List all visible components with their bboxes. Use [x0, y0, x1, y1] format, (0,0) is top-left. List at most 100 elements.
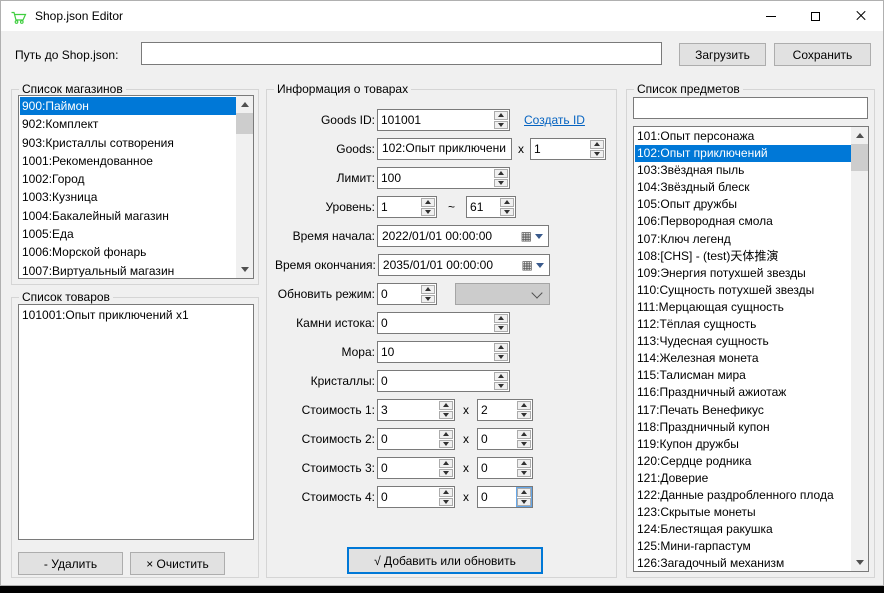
refresh-mode-spinner[interactable]: 0 [377, 283, 437, 305]
cost4-count-spinner[interactable]: 0 [477, 486, 533, 508]
list-item[interactable]: 126:Загадочный механизм [635, 555, 851, 570]
list-item[interactable]: 902:Комплект [20, 115, 236, 133]
goods-input[interactable]: 102:Опыт приключени [377, 138, 512, 160]
list-item[interactable]: 101:Опыт персонажа [635, 128, 851, 145]
scroll-up-icon[interactable] [236, 96, 253, 113]
spin-up-icon[interactable] [590, 140, 604, 149]
spin-down-icon[interactable] [439, 411, 453, 420]
cost3-id-spinner[interactable]: 0 [377, 457, 455, 479]
list-item[interactable]: 1005:Еда [20, 225, 236, 243]
spin-up-icon[interactable] [494, 314, 508, 323]
spin-down-icon[interactable] [517, 411, 531, 420]
list-item[interactable]: 1004:Бакалейный магазин [20, 207, 236, 225]
goods-count-spinner[interactable]: 1 [530, 138, 606, 160]
list-item[interactable]: 125:Мини-гарпастум [635, 538, 851, 555]
list-item[interactable]: 1003:Кузница [20, 188, 236, 206]
scroll-up-icon[interactable] [851, 127, 868, 144]
spin-down-icon[interactable] [439, 469, 453, 478]
list-item[interactable]: 115:Талисман мира [635, 367, 851, 384]
items-search-input[interactable] [633, 97, 868, 119]
load-button[interactable]: Загрузить [679, 43, 766, 66]
clear-button[interactable]: × Очистить [130, 552, 225, 575]
spin-up-icon[interactable] [517, 459, 531, 468]
spin-up-icon[interactable] [494, 111, 508, 120]
spin-up-icon[interactable] [494, 169, 508, 178]
spin-down-icon[interactable] [494, 353, 508, 362]
spin-up-icon[interactable] [421, 285, 435, 294]
list-item[interactable]: 122:Данные раздробленного плода [635, 487, 851, 504]
items-scrollbar[interactable] [851, 127, 868, 571]
spin-down-icon[interactable] [590, 150, 604, 159]
spin-down-icon[interactable] [500, 208, 514, 217]
cost3-count-spinner[interactable]: 0 [477, 457, 533, 479]
list-item[interactable]: 120:Сердце родника [635, 453, 851, 470]
list-item[interactable]: 119:Купон дружбы [635, 436, 851, 453]
spin-down-icon[interactable] [421, 295, 435, 304]
list-item[interactable]: 123:Скрытые монеты [635, 504, 851, 521]
dropdown-arrow-icon[interactable] [535, 234, 543, 239]
primogem-spinner[interactable]: 0 [377, 312, 510, 334]
spin-up-icon[interactable] [517, 401, 531, 410]
end-time-picker[interactable]: 2035/01/01 00:00:00 ▦ [378, 254, 550, 276]
list-item[interactable]: 903:Кристаллы сотворения [20, 134, 236, 152]
list-item[interactable]: 121:Доверие [635, 470, 851, 487]
list-item[interactable]: 107:Ключ легенд [635, 231, 851, 248]
spin-up-icon[interactable] [439, 459, 453, 468]
spin-up-icon[interactable] [494, 372, 508, 381]
cost1-count-spinner[interactable]: 2 [477, 399, 533, 421]
cost4-id-spinner[interactable]: 0 [377, 486, 455, 508]
spin-down-icon[interactable] [517, 498, 531, 507]
spin-up-icon[interactable] [439, 401, 453, 410]
spin-down-icon[interactable] [494, 121, 508, 130]
spin-down-icon[interactable] [517, 469, 531, 478]
list-item[interactable]: 101001:Опыт приключений x1 [20, 306, 252, 324]
create-id-link[interactable]: Создать ID [524, 113, 585, 127]
close-button[interactable] [838, 1, 883, 31]
spin-up-icon[interactable] [500, 198, 514, 207]
list-item[interactable]: 110:Сущность потухшей звезды [635, 282, 851, 299]
maximize-button[interactable] [793, 1, 838, 31]
mora-spinner[interactable]: 10 [377, 341, 510, 363]
spin-down-icon[interactable] [439, 498, 453, 507]
list-item[interactable]: 103:Звёздная пыль [635, 162, 851, 179]
list-item[interactable]: 102:Опыт приключений [635, 145, 851, 162]
spin-up-icon[interactable] [439, 430, 453, 439]
list-item[interactable]: 111:Мерцающая сущность [635, 299, 851, 316]
scroll-down-icon[interactable] [236, 261, 253, 278]
list-item[interactable]: 108:[CHS] - (test)天体推演 [635, 248, 851, 265]
spin-up-icon[interactable] [421, 198, 435, 207]
scroll-down-icon[interactable] [851, 554, 868, 571]
list-item[interactable]: 1006:Морской фонарь [20, 243, 236, 261]
path-input[interactable] [141, 42, 662, 65]
list-item[interactable]: 900:Паймон [20, 97, 236, 115]
shops-scrollbar[interactable] [236, 96, 253, 278]
save-button[interactable]: Сохранить [774, 43, 871, 66]
cost2-id-spinner[interactable]: 0 [377, 428, 455, 450]
list-item[interactable]: 124:Блестящая ракушка [635, 521, 851, 538]
scroll-thumb[interactable] [851, 144, 868, 171]
list-item[interactable]: 114:Железная монета [635, 350, 851, 367]
list-item[interactable]: 105:Опыт дружбы [635, 196, 851, 213]
spin-up-icon[interactable] [439, 488, 453, 497]
add-or-update-button[interactable]: √ Добавить или обновить [347, 547, 543, 574]
spin-down-icon[interactable] [517, 440, 531, 449]
list-item[interactable]: 1007:Виртуальный магазин [20, 262, 236, 277]
goods-id-spinner[interactable]: 101001 [377, 109, 510, 131]
list-item[interactable]: 104:Звёздный блеск [635, 179, 851, 196]
list-item[interactable]: 106:Первородная смола [635, 213, 851, 230]
begin-time-picker[interactable]: 2022/01/01 00:00:00 ▦ [377, 225, 549, 247]
goods-list[interactable]: 101001:Опыт приключений x1 [18, 304, 254, 540]
crystal-spinner[interactable]: 0 [377, 370, 510, 392]
list-item[interactable]: 109:Энергия потухшей звезды [635, 265, 851, 282]
title-bar[interactable]: Shop.json Editor [1, 1, 883, 31]
spin-up-icon[interactable] [517, 488, 531, 497]
items-list[interactable]: 101:Опыт персонажа102:Опыт приключений10… [633, 126, 869, 572]
cost1-id-spinner[interactable]: 3 [377, 399, 455, 421]
minimize-button[interactable] [748, 1, 793, 31]
spin-up-icon[interactable] [517, 430, 531, 439]
dropdown-arrow-icon[interactable] [536, 263, 544, 268]
shops-list[interactable]: 900:Паймон902:Комплект903:Кристаллы сотв… [18, 95, 254, 279]
spin-down-icon[interactable] [494, 382, 508, 391]
list-item[interactable]: 113:Чудесная сущность [635, 333, 851, 350]
limit-spinner[interactable]: 100 [377, 167, 510, 189]
